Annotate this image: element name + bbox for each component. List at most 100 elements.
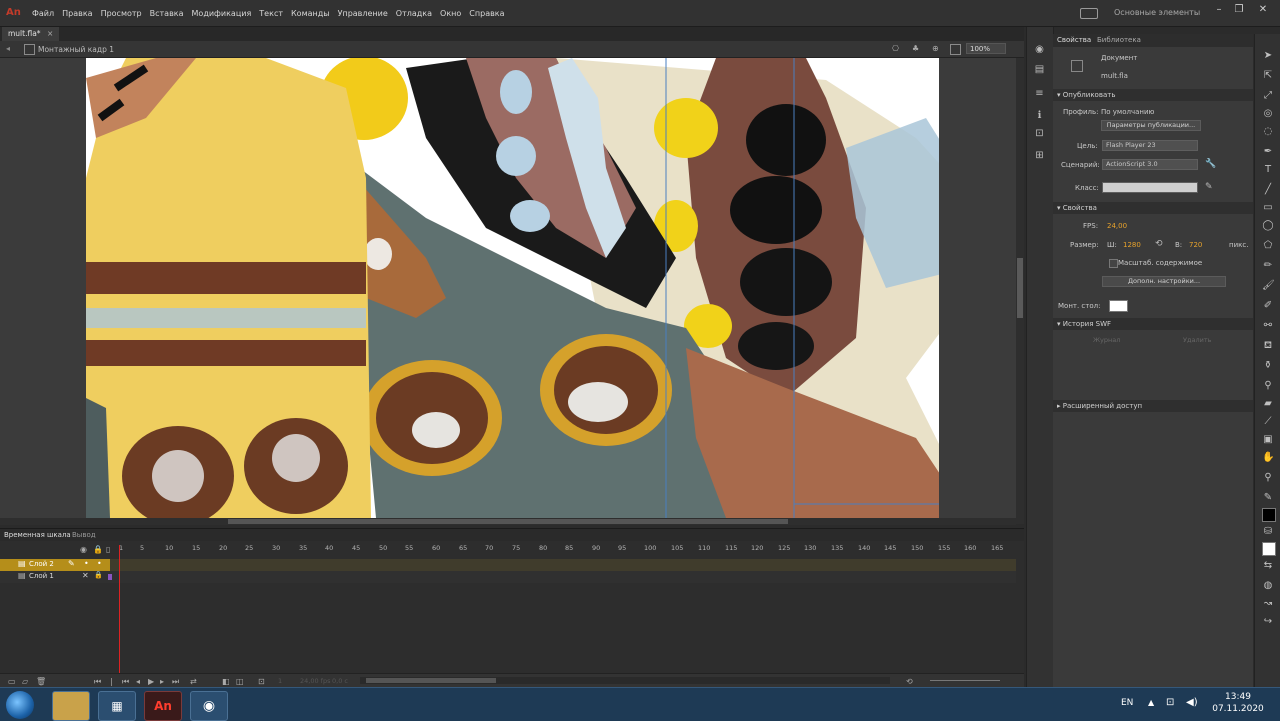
scale-content-checkbox[interactable] bbox=[1109, 259, 1118, 268]
publish-section-header[interactable]: ▾ Опубликовать bbox=[1053, 89, 1253, 101]
fps-readout[interactable]: 24,00 fps bbox=[300, 677, 330, 685]
advanced-settings-button[interactable]: Дополн. настройки... bbox=[1102, 276, 1226, 287]
paint-brush-tool-icon[interactable]: ✐ bbox=[1262, 300, 1274, 312]
fill-color-icon[interactable]: ⛁ bbox=[1262, 526, 1274, 538]
language-indicator[interactable]: EN bbox=[1121, 698, 1133, 708]
time-readout[interactable]: 0,0 с bbox=[332, 677, 348, 685]
tab-output[interactable]: Вывод bbox=[72, 531, 96, 539]
timeline-hscroll[interactable] bbox=[360, 677, 890, 684]
menu-insert[interactable]: Вставка bbox=[150, 9, 184, 18]
new-layer-icon[interactable]: ▭ bbox=[8, 677, 16, 686]
rectangle-tool-icon[interactable]: ▭ bbox=[1262, 202, 1274, 214]
class-input[interactable] bbox=[1102, 182, 1198, 193]
pencil-icon[interactable]: ✎ bbox=[1205, 182, 1213, 192]
hand-tool-icon[interactable]: ✋ bbox=[1262, 452, 1274, 464]
width-value[interactable]: 1280 bbox=[1123, 241, 1141, 249]
step-back-icon[interactable]: ◂ bbox=[136, 677, 140, 686]
stage[interactable] bbox=[86, 58, 939, 518]
visibility-dot-icon[interactable]: • bbox=[84, 559, 89, 568]
edit-multiple-icon[interactable]: ⊡ bbox=[258, 677, 265, 686]
lasso-tool-icon[interactable]: ◌ bbox=[1262, 126, 1274, 138]
delete-layer-icon[interactable]: 🗑 bbox=[36, 677, 46, 686]
profile-value[interactable]: По умолчанию bbox=[1101, 108, 1154, 116]
explorer-taskbar-icon[interactable] bbox=[52, 691, 90, 721]
loop-icon[interactable]: ⇄ bbox=[190, 677, 197, 686]
center-frame-icon[interactable]: ⟲ bbox=[906, 677, 913, 686]
selection-tool-icon[interactable]: ➤ bbox=[1262, 50, 1274, 62]
center-stage-icon[interactable]: ⊕ bbox=[932, 44, 941, 53]
brush-tool-icon[interactable]: 🖌 bbox=[1262, 280, 1275, 292]
extended-access-section-header[interactable]: ▸ Расширенный доступ bbox=[1053, 400, 1253, 412]
pencil-tool-icon[interactable]: ✏ bbox=[1262, 260, 1274, 272]
swf-history-section-header[interactable]: ▾ История SWF bbox=[1053, 318, 1253, 330]
swap-colors-icon[interactable]: ⇆ bbox=[1262, 560, 1274, 572]
components-icon[interactable]: ⊞ bbox=[1034, 151, 1045, 161]
menu-help[interactable]: Справка bbox=[469, 9, 504, 18]
onion-outline-icon[interactable]: ◫ bbox=[236, 677, 244, 686]
3d-rotation-tool-icon[interactable]: ◎ bbox=[1262, 108, 1274, 120]
tab-timeline[interactable]: Временная шкала bbox=[4, 531, 71, 539]
lock-icon[interactable]: 🔒 bbox=[94, 571, 103, 579]
back-arrow-icon[interactable]: ◂ bbox=[6, 44, 15, 53]
play-icon[interactable]: ▶ bbox=[148, 677, 154, 686]
layer-row[interactable]: ▤ Слой 1 ✕ 🔒 bbox=[0, 571, 1016, 583]
menu-text[interactable]: Текст bbox=[259, 9, 283, 18]
lock-all-icon[interactable]: 🔒 bbox=[93, 545, 103, 554]
stage-vertical-scrollbar[interactable] bbox=[1016, 58, 1024, 524]
menu-edit[interactable]: Правка bbox=[62, 9, 92, 18]
stroke-color-swatch[interactable] bbox=[1262, 508, 1276, 522]
document-tab[interactable]: mult.fla* × bbox=[2, 27, 60, 41]
text-tool-icon[interactable]: T bbox=[1262, 164, 1274, 176]
restore-icon[interactable]: ❐ bbox=[1232, 4, 1246, 16]
pen-tool-icon[interactable]: ✒ bbox=[1262, 146, 1274, 158]
info-icon[interactable]: ℹ bbox=[1034, 111, 1045, 121]
to-start-icon[interactable]: ⏮ bbox=[122, 677, 129, 687]
stop-icon[interactable]: | bbox=[110, 677, 113, 686]
to-end-icon[interactable]: ⏭ bbox=[172, 677, 179, 687]
frame-ruler[interactable]: 1 5 10 15 20 25 30 35 40 45 50 55 60 65 … bbox=[114, 544, 1014, 554]
script-select[interactable]: ActionScript 3.0 bbox=[1102, 159, 1198, 170]
stage-color-swatch[interactable] bbox=[1109, 300, 1128, 312]
volume-icon[interactable]: ◀) bbox=[1186, 697, 1198, 708]
height-value[interactable]: 720 bbox=[1189, 241, 1202, 249]
breadcrumb-scene[interactable]: Монтажный кадр 1 bbox=[38, 45, 114, 54]
menu-modify[interactable]: Модификация bbox=[192, 9, 252, 18]
fill-color-swatch[interactable] bbox=[1262, 542, 1276, 556]
obs-taskbar-icon[interactable]: ◉ bbox=[190, 691, 228, 721]
workspace-icon[interactable] bbox=[1080, 8, 1098, 19]
close-tab-icon[interactable]: × bbox=[47, 29, 53, 38]
zoom-select[interactable]: 100% bbox=[966, 43, 1006, 54]
close-window-icon[interactable]: ✕ bbox=[1256, 4, 1270, 16]
straighten-icon[interactable]: ↪ bbox=[1262, 616, 1274, 628]
publish-settings-button[interactable]: Параметры публикации... bbox=[1101, 120, 1201, 131]
tray-expand-icon[interactable]: ▲ bbox=[1148, 698, 1154, 707]
layer-name[interactable]: Слой 2 bbox=[29, 560, 54, 568]
wrench-icon[interactable]: 🔧 bbox=[1205, 159, 1216, 169]
stage-horizontal-scrollbar[interactable] bbox=[0, 518, 1016, 525]
swatch-icon[interactable]: ▤ bbox=[1034, 65, 1045, 75]
animate-taskbar-icon[interactable]: An bbox=[144, 691, 182, 721]
first-frame-icon[interactable]: ⏮ bbox=[94, 677, 101, 687]
layer-color-swatch[interactable] bbox=[108, 574, 112, 580]
camera-icon[interactable]: ⎔ bbox=[892, 44, 901, 53]
eraser-tool-icon[interactable]: ▰ bbox=[1262, 398, 1274, 410]
menu-control[interactable]: Управление bbox=[338, 9, 388, 18]
ink-bottle-tool-icon[interactable]: ⚱ bbox=[1262, 360, 1274, 372]
align-icon[interactable]: ≡ bbox=[1034, 89, 1045, 99]
layer-row[interactable]: ▤ Слой 2 ✎ • • bbox=[0, 559, 1016, 571]
playhead[interactable] bbox=[119, 545, 120, 685]
polystar-tool-icon[interactable]: ⬠ bbox=[1262, 240, 1274, 252]
edit-symbols-icon[interactable]: ♣ bbox=[912, 44, 921, 53]
menu-debug[interactable]: Отладка bbox=[396, 9, 432, 18]
step-forward-icon[interactable]: ▸ bbox=[160, 677, 164, 686]
camera-tool-icon[interactable]: ▣ bbox=[1262, 434, 1274, 446]
tab-properties[interactable]: Свойства bbox=[1057, 36, 1091, 44]
free-transform-tool-icon[interactable]: ⤢ bbox=[1262, 90, 1274, 102]
video-editor-taskbar-icon[interactable]: ▦ bbox=[98, 691, 136, 721]
width-tool-icon[interactable]: ⟋ bbox=[1262, 416, 1274, 428]
stroke-color-icon[interactable]: ✎ bbox=[1262, 492, 1274, 504]
workspace-switcher[interactable]: Основные элементы bbox=[1114, 8, 1200, 17]
transform-icon[interactable]: ⊡ bbox=[1034, 129, 1045, 139]
clip-stage-icon[interactable] bbox=[950, 44, 961, 55]
outline-all-icon[interactable]: ▯ bbox=[106, 545, 110, 554]
